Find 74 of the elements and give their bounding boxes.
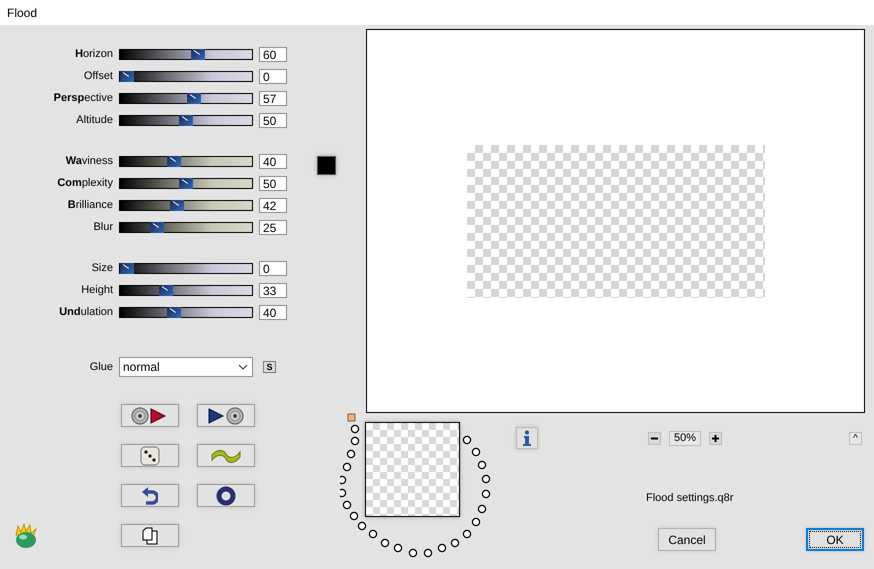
plus-icon [712,434,719,442]
value-field[interactable]: 42 [259,198,287,212]
slider-track[interactable] [119,48,253,60]
dial-drawing[interactable] [340,414,490,558]
ring-icon [216,486,236,506]
dialog-button[interactable]: OK [806,528,864,551]
slider-thumb[interactable] [187,92,202,104]
info-icon [522,430,532,446]
slider-thumb[interactable] [179,114,193,126]
slider-track[interactable] [119,200,253,210]
value-field[interactable]: 57 [259,90,287,106]
tool-button[interactable] [121,524,179,547]
wave-icon [210,448,242,464]
slider-label: Blur [92,221,113,233]
slider-track[interactable] [119,306,253,318]
slider-label: Altitude [75,114,113,126]
s-button[interactable]: S [263,361,276,373]
color-swatch[interactable] [317,156,336,175]
slider-track[interactable] [119,262,253,274]
slider-label: Horizon [74,48,113,60]
pages-icon [142,526,158,544]
info-button[interactable] [516,427,538,449]
arrow-and-disc-icon [207,406,245,424]
slider-track[interactable] [119,178,253,188]
value-field[interactable]: 60 [259,46,287,62]
slider-thumb[interactable] [190,48,205,60]
value-field[interactable]: 40 [259,304,287,320]
tool-button[interactable] [121,484,179,507]
slider-thumb[interactable] [120,70,134,82]
value-field[interactable]: 40 [259,154,287,168]
value-field[interactable]: 0 [259,260,287,276]
glue-dropdown[interactable]: normal [119,357,253,377]
slider-track[interactable] [119,114,253,126]
slider-track[interactable] [119,222,253,232]
slider-thumb[interactable] [179,178,193,188]
tool-button[interactable] [197,404,255,427]
value-field[interactable]: 0 [259,68,287,84]
slider-track[interactable] [119,156,253,166]
slider-label: Perspective [52,92,113,104]
glue-label: Glue [88,361,113,373]
slider-thumb[interactable] [150,222,164,232]
zoom-out-button[interactable] [648,432,661,444]
window-title: Flood [7,6,38,20]
value-field[interactable]: 25 [259,220,287,234]
undo-arrow-icon [142,486,158,506]
slider-label: Size [90,262,113,274]
minus-icon [651,434,658,442]
tool-button[interactable] [197,484,255,507]
slider-thumb[interactable] [167,306,182,318]
slider-label: Offset [82,70,113,82]
settings-file-name: Flood settings.q8r [646,492,734,504]
zoom-in-button[interactable] [709,432,722,444]
chevron-down-icon [238,364,248,370]
dice-icon [140,446,160,466]
slider-label: Undulation [58,306,113,318]
slider-track[interactable] [119,92,253,104]
value-field[interactable]: 50 [259,112,287,128]
slider-track[interactable] [119,284,253,296]
slider-thumb[interactable] [120,262,134,274]
slider-label: Brilliance [66,199,113,211]
slider-track[interactable] [119,70,253,82]
collapse-button[interactable]: ^ [849,432,862,444]
dialog-button[interactable]: Cancel [658,528,716,551]
flame-ball-icon [13,522,39,548]
slider-thumb[interactable] [170,200,184,210]
value-field[interactable]: 50 [259,176,287,190]
slider-label: Height [80,284,113,296]
slider-label: Waviness [64,155,113,167]
slider-thumb[interactable] [167,156,182,166]
tool-button[interactable] [121,404,179,427]
slider-thumb[interactable] [158,284,173,296]
value-field[interactable]: 33 [259,282,287,298]
zoom-field[interactable]: 50% [669,430,701,446]
slider-label: Complexity [56,177,113,189]
